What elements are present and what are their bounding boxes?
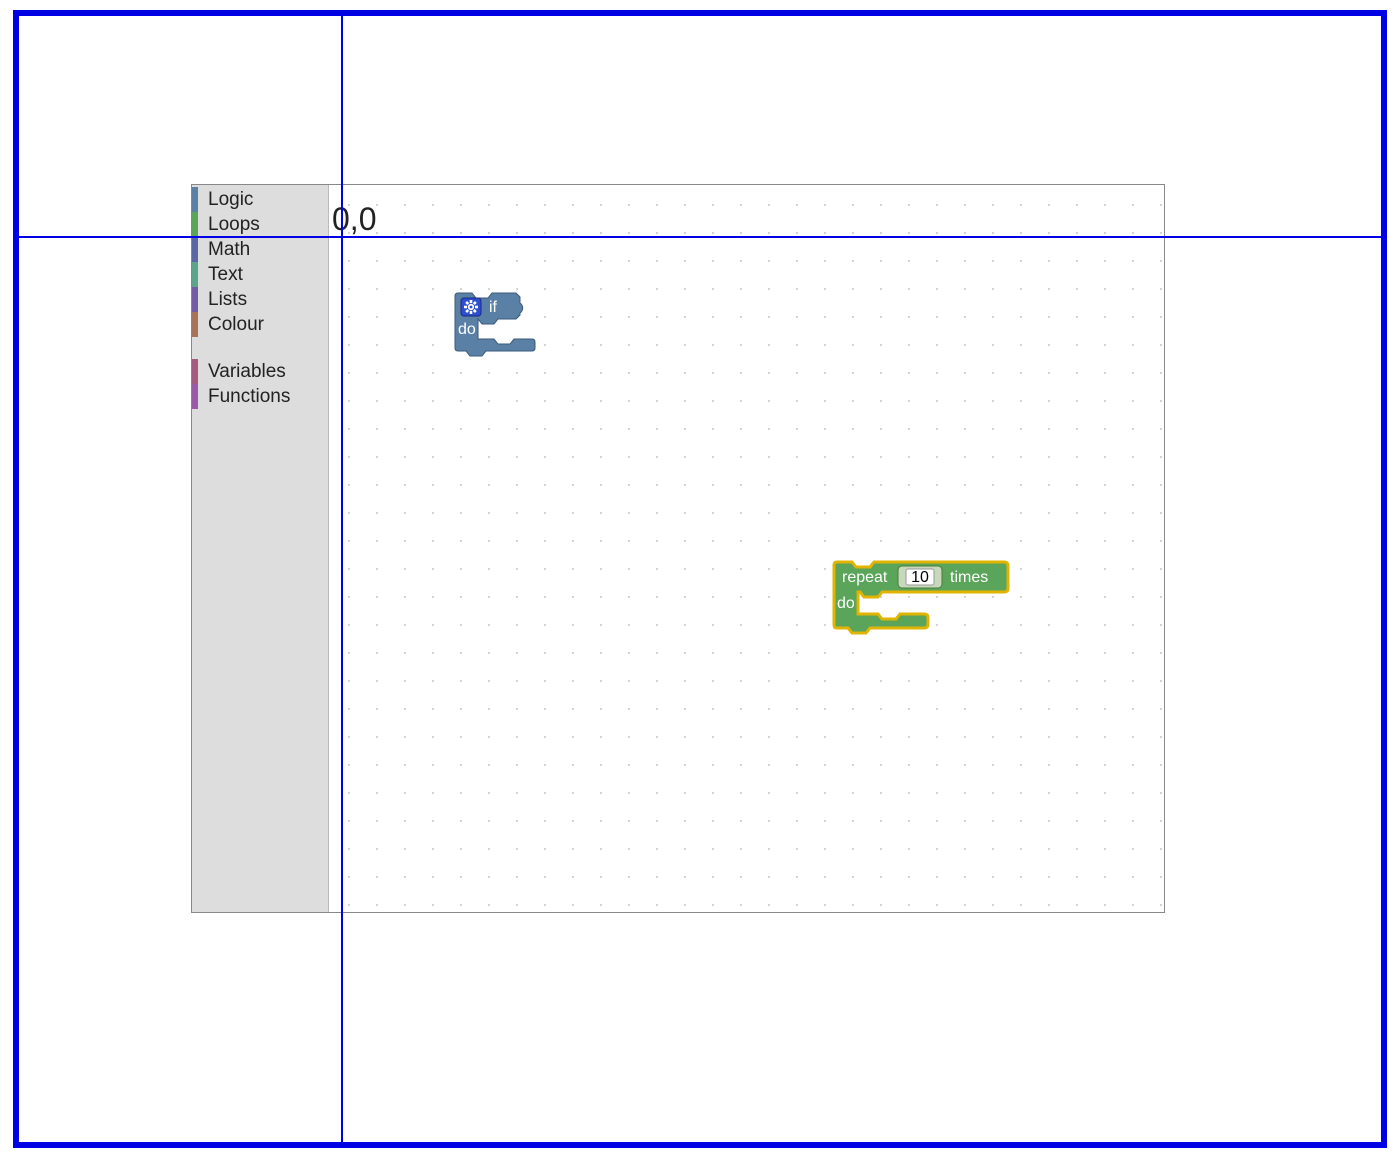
toolbox-label: Loops (208, 214, 260, 236)
blockly-workspace: Logic Loops Math Text Lists Colour (191, 184, 1165, 913)
repeat-count-field[interactable]: 10 (911, 569, 929, 586)
workspace-canvas[interactable]: 0,0 (329, 185, 1164, 912)
crosshair-horizontal (19, 236, 1381, 238)
toolbox-label: Math (208, 239, 250, 261)
toolbox-label: Logic (208, 189, 253, 211)
swatch-icon (192, 187, 198, 212)
block-if[interactable]: if do (454, 292, 549, 367)
do-label: do (458, 321, 476, 338)
swatch-icon (192, 312, 198, 337)
toolbox-label: Lists (208, 289, 247, 311)
swatch-icon (192, 359, 198, 384)
toolbox-category-functions[interactable]: Functions (192, 384, 328, 409)
toolbox-label: Variables (208, 361, 286, 383)
toolbox-label: Text (208, 264, 243, 286)
toolbox-label: Functions (208, 386, 290, 408)
toolbox-category-loops[interactable]: Loops (192, 212, 328, 237)
swatch-icon (192, 262, 198, 287)
toolbox-category-text[interactable]: Text (192, 262, 328, 287)
origin-label: 0,0 (332, 201, 376, 238)
swatch-icon (192, 237, 198, 262)
do-label: do (837, 595, 855, 612)
toolbox-category-lists[interactable]: Lists (192, 287, 328, 312)
times-label: times (950, 569, 988, 586)
swatch-icon (192, 212, 198, 237)
swatch-icon (192, 287, 198, 312)
toolbox-category-logic[interactable]: Logic (192, 187, 328, 212)
block-repeat[interactable]: repeat 10 times do (832, 560, 1032, 645)
toolbox-category-math[interactable]: Math (192, 237, 328, 262)
swatch-icon (192, 384, 198, 409)
crosshair-vertical (341, 16, 343, 1142)
toolbox-label: Colour (208, 314, 264, 336)
toolbox-separator (192, 337, 328, 359)
toolbox: Logic Loops Math Text Lists Colour (192, 185, 329, 912)
if-label: if (489, 299, 498, 316)
toolbox-category-variables[interactable]: Variables (192, 359, 328, 384)
gear-icon[interactable] (464, 300, 478, 314)
toolbox-category-colour[interactable]: Colour (192, 312, 328, 337)
debug-frame: Logic Loops Math Text Lists Colour (13, 10, 1387, 1148)
repeat-label: repeat (842, 569, 888, 586)
